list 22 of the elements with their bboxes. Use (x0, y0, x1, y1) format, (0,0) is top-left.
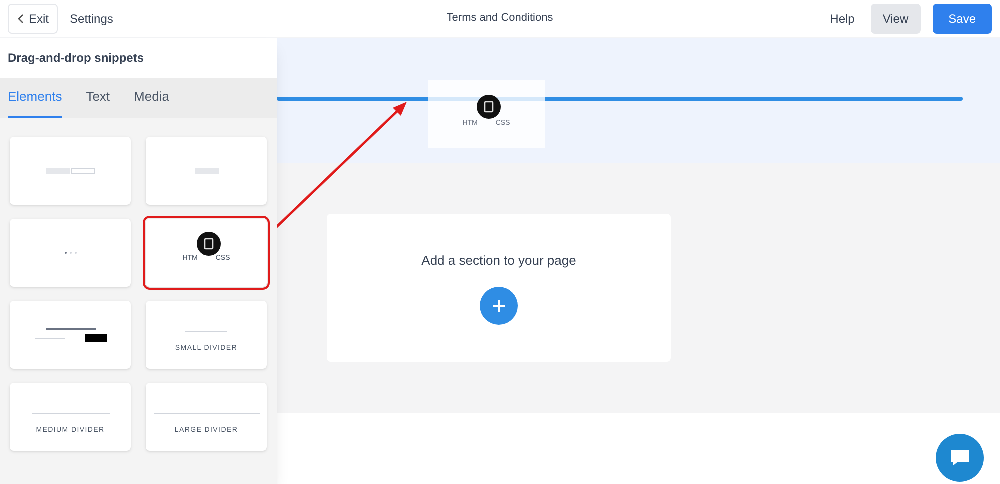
newsletter-preview (34, 328, 106, 342)
divider-line (185, 331, 228, 332)
settings-button[interactable]: Settings (70, 10, 114, 28)
tab[interactable]: Text (86, 86, 110, 118)
chevron-left-icon (17, 14, 25, 24)
exit-button[interactable]: Exit (8, 4, 58, 34)
plus-icon (492, 298, 506, 313)
snippet-card[interactable] (10, 301, 131, 369)
drag-icon (196, 232, 221, 256)
drag-icon (476, 94, 501, 119)
chat-icon (949, 448, 971, 468)
panel-title: Drag-and-drop snippets (8, 50, 144, 67)
tab[interactable]: Media (134, 86, 170, 118)
help-button[interactable]: Help (830, 10, 855, 28)
button-preview (194, 168, 218, 174)
buttons-preview (46, 168, 95, 174)
view-button[interactable]: View (870, 4, 921, 34)
chat-button[interactable] (936, 434, 984, 482)
save-button[interactable]: Save (932, 4, 992, 34)
page-title: Terms and Conditions (446, 11, 554, 26)
empty-section-text: Add a section to your page (422, 252, 576, 270)
add-section-button[interactable] (480, 286, 518, 325)
